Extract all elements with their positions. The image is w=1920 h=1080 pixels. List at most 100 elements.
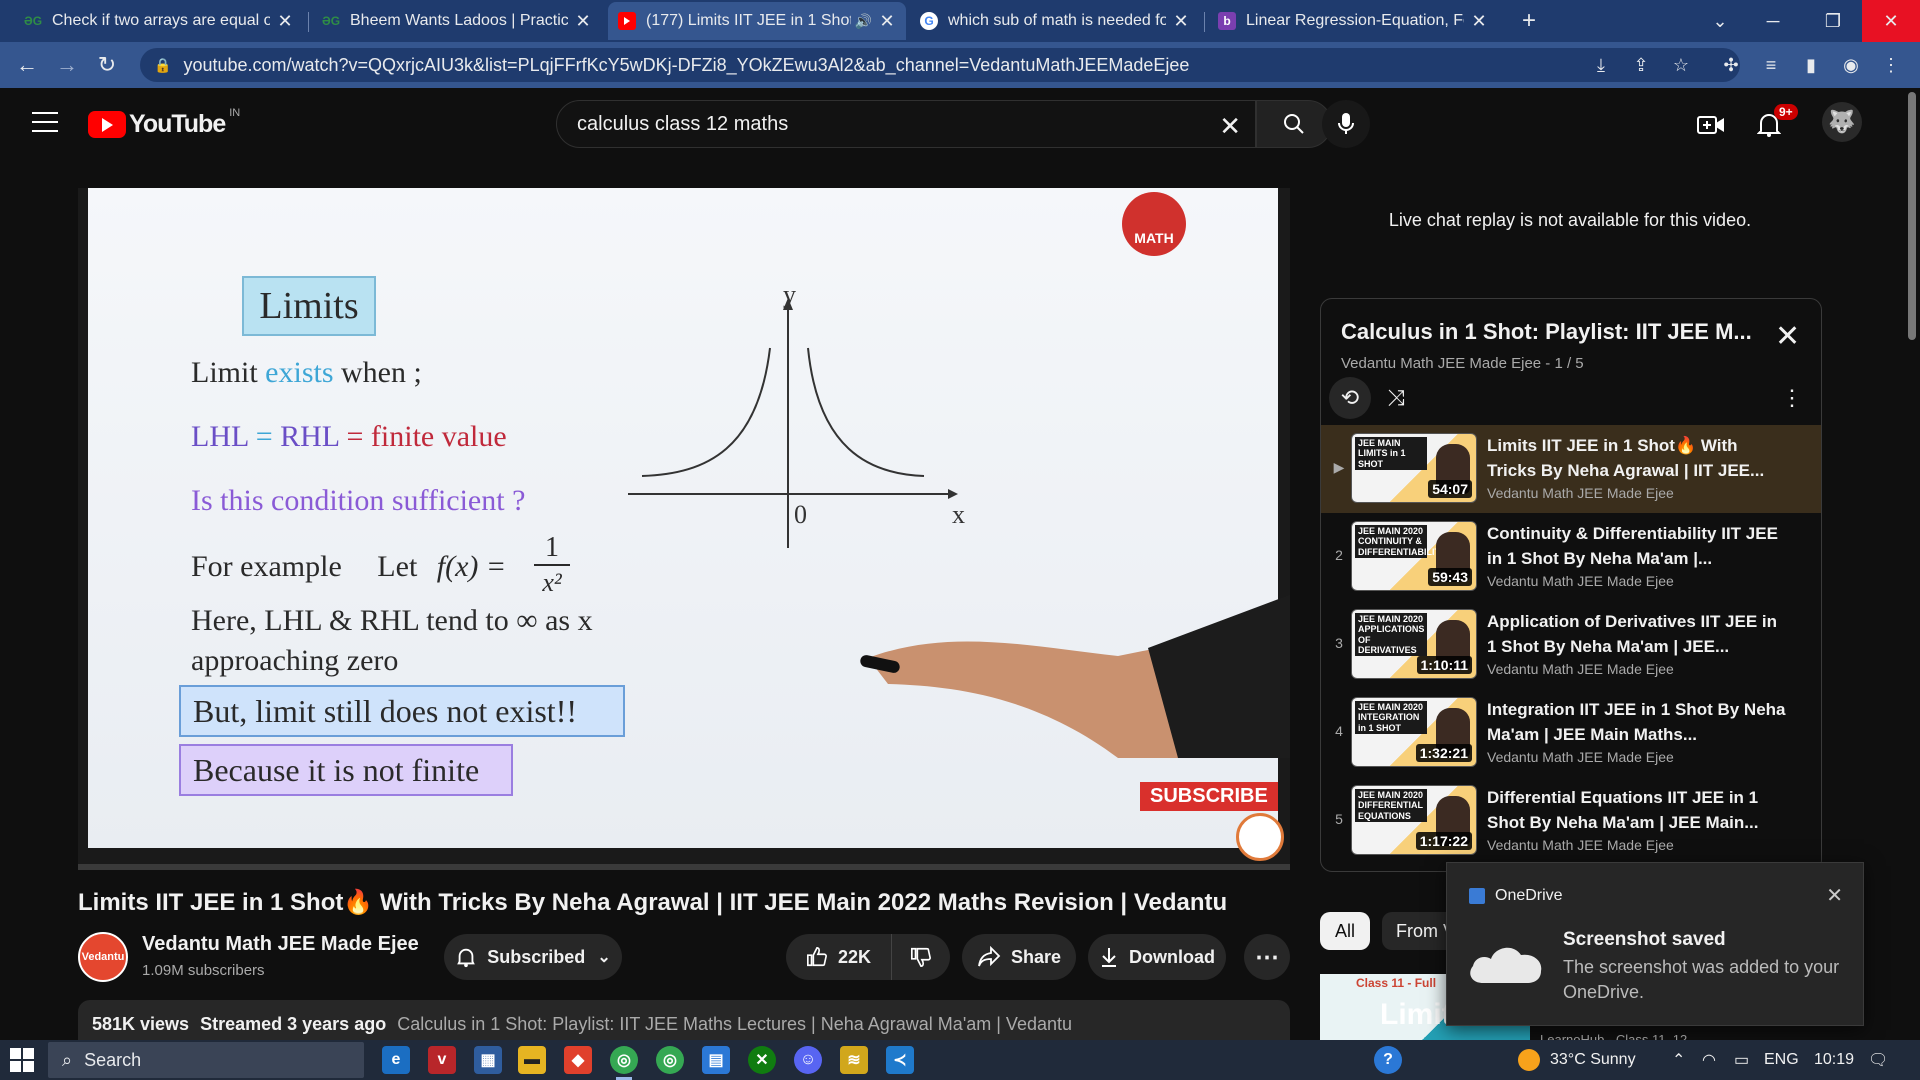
address-bar[interactable]: 🔒 youtube.com/watch?v=QQxrjcAIU3k&list=P…	[140, 48, 1740, 82]
git-icon[interactable]: ◆	[564, 1046, 592, 1074]
browser-tab[interactable]: G which sub of math is needed for ✕	[910, 2, 1200, 40]
playlist-thumbnail[interactable]: JEE MAIN LIMITS in 1 SHOT 54:07	[1351, 433, 1477, 503]
video-player[interactable]: Limits Limit exists when ; LHL = RHL = f…	[78, 188, 1290, 870]
share-button[interactable]: Share	[962, 934, 1076, 980]
clear-search-icon[interactable]: ✕	[1219, 111, 1241, 142]
reload-icon[interactable]: ↻	[92, 50, 122, 80]
playlist-link[interactable]: Calculus in 1 Shot: Playlist: IIT JEE Ma…	[397, 1014, 1072, 1034]
close-tab-icon[interactable]: ✕	[878, 11, 896, 32]
download-button[interactable]: Download	[1088, 934, 1226, 980]
side-panel-icon[interactable]: ▮	[1796, 50, 1826, 80]
close-tab-icon[interactable]: ✕	[1172, 11, 1190, 32]
xbox-icon[interactable]: ✕	[748, 1046, 776, 1074]
lock-icon[interactable]: 🔒	[154, 57, 171, 74]
clock-time[interactable]: 10:19	[1814, 1040, 1854, 1080]
playlist-item[interactable]: ▶ JEE MAIN LIMITS in 1 SHOT 54:07 Limits…	[1321, 425, 1821, 513]
playlist-title[interactable]: Calculus in 1 Shot: Playlist: IIT JEE M.…	[1341, 319, 1761, 345]
weather-widget[interactable]: 33°C Sunny	[1518, 1040, 1636, 1080]
bookmark-star-icon[interactable]: ☆	[1666, 50, 1696, 80]
vscode-icon[interactable]: ≺	[886, 1046, 914, 1074]
taskbar-search-box[interactable]: ⌕ Search	[48, 1042, 364, 1078]
subscribed-button[interactable]: Subscribed ⌄	[444, 934, 622, 980]
browser-tab[interactable]: ƏG Check if two arrays are equal or n ✕	[14, 2, 304, 40]
discord-icon[interactable]: ☺	[794, 1046, 822, 1074]
playlist-thumbnail[interactable]: JEE MAIN 2020 APPLICATIONS OF DERIVATIVE…	[1351, 609, 1477, 679]
close-tab-icon[interactable]: ✕	[1470, 11, 1488, 32]
minimize-icon[interactable]: ─	[1744, 0, 1802, 42]
video-description-box[interactable]: 581K views Streamed 3 years ago Calculus…	[78, 1000, 1290, 1044]
dislike-button[interactable]	[892, 934, 950, 980]
channel-avatar[interactable]: Vedantu	[78, 932, 128, 982]
more-actions-icon[interactable]: ⋯	[1244, 934, 1290, 980]
playlist-thumbnail[interactable]: JEE MAIN 2020 INTEGRATION in 1 SHOT 1:32…	[1351, 697, 1477, 767]
subscribe-watermark[interactable]: SUBSCRIBE	[1140, 782, 1278, 811]
video-progress-bar[interactable]	[78, 864, 1290, 870]
restore-icon[interactable]: ❐	[1804, 0, 1862, 42]
hamburger-menu-icon[interactable]	[32, 112, 58, 134]
share-page-icon[interactable]: ⇪	[1626, 50, 1656, 80]
playlist-item-title[interactable]: Differential Equations IIT JEE in 1 Shot…	[1487, 785, 1787, 835]
install-app-icon[interactable]: ⤓	[1586, 50, 1616, 80]
playlist-item-title[interactable]: Integration IIT JEE in 1 Shot By Neha Ma…	[1487, 697, 1787, 747]
playlist-thumbnail[interactable]: JEE MAIN 2020 DIFFERENTIAL EQUATIONS 1:1…	[1351, 785, 1477, 855]
layers-app-icon[interactable]: ≋	[840, 1046, 868, 1074]
playlist-item[interactable]: 2 JEE MAIN 2020 CONTINUITY & DIFFERENTIA…	[1321, 513, 1821, 601]
playlist-thumbnail[interactable]: JEE MAIN 2020 CONTINUITY & DIFFERENTIABI…	[1351, 521, 1477, 591]
file-explorer-icon[interactable]: ▬	[518, 1046, 546, 1074]
playlist-item-title[interactable]: Continuity & Differentiability IIT JEE i…	[1487, 521, 1787, 571]
back-icon[interactable]: ←	[12, 50, 42, 80]
search-button[interactable]	[1256, 100, 1332, 148]
tray-chevron-up-icon[interactable]: ⌃	[1672, 1040, 1685, 1080]
chrome-profile-icon[interactable]: ◎	[656, 1046, 684, 1074]
windows-start-icon[interactable]	[10, 1048, 34, 1072]
playlist-item-title[interactable]: Limits IIT JEE in 1 Shot🔥 With Tricks By…	[1487, 433, 1787, 483]
onedrive-notification[interactable]: OneDrive ✕ Screenshot saved The screensh…	[1446, 862, 1864, 1026]
microsoft-store-icon[interactable]: ▦	[474, 1046, 502, 1074]
voice-search-button[interactable]	[1322, 100, 1370, 148]
close-notification-icon[interactable]: ✕	[1826, 883, 1843, 908]
notification-count-badge: 9+	[1774, 104, 1798, 120]
new-tab-button[interactable]: +	[1512, 2, 1552, 40]
close-playlist-icon[interactable]: ✕	[1775, 319, 1800, 354]
loop-playlist-icon[interactable]: ⟲	[1329, 377, 1371, 419]
teams-icon[interactable]: ▤	[702, 1046, 730, 1074]
create-video-icon[interactable]	[1694, 108, 1728, 142]
youtube-logo[interactable]: YouTube IN	[88, 107, 240, 139]
close-window-icon[interactable]: ✕	[1862, 0, 1920, 42]
language-indicator[interactable]: ENG	[1764, 1040, 1799, 1080]
browser-tab-active[interactable]: (177) Limits IIT JEE in 1 Shot 🔊 ✕	[608, 2, 906, 40]
close-tab-icon[interactable]: ✕	[276, 11, 294, 32]
extensions-icon[interactable]: ✣	[1716, 50, 1746, 80]
browser-tab[interactable]: b Linear Regression-Equation, Form ✕	[1208, 2, 1498, 40]
slide-line-approach: approaching zero	[191, 644, 399, 677]
chip-all[interactable]: All	[1320, 912, 1370, 950]
browser-tab[interactable]: ƏG Bheem Wants Ladoos | Practice | ✕	[312, 2, 602, 40]
channel-avatar-text: Vedantu	[81, 951, 125, 963]
shuffle-icon[interactable]: ⤨	[1375, 377, 1417, 419]
playlist-item[interactable]: 5 JEE MAIN 2020 DIFFERENTIAL EQUATIONS 1…	[1321, 777, 1821, 865]
like-button[interactable]: 22K	[786, 934, 892, 980]
playlist-item[interactable]: 4 JEE MAIN 2020 INTEGRATION in 1 SHOT 1:…	[1321, 689, 1821, 777]
channel-name[interactable]: Vedantu Math JEE Made Ejee	[142, 933, 419, 956]
action-center-icon[interactable]: 🗨	[1868, 1040, 1888, 1080]
page-scrollbar[interactable]	[1908, 92, 1916, 340]
wifi-icon[interactable]: ◠	[1702, 1040, 1716, 1080]
axis-x-label: x	[952, 500, 965, 529]
profile-avatar-icon[interactable]: ◉	[1836, 50, 1866, 80]
close-tab-icon[interactable]: ✕	[574, 11, 592, 32]
playlist-menu-icon[interactable]: ⋮	[1771, 377, 1813, 419]
playlist-item-title[interactable]: Application of Derivatives IIT JEE in 1 …	[1487, 609, 1787, 659]
speaker-icon[interactable]: 🔊	[855, 13, 872, 30]
help-icon[interactable]: ?	[1374, 1046, 1402, 1074]
battery-icon[interactable]: ▭	[1734, 1040, 1749, 1080]
vedantu-app-icon[interactable]: v	[428, 1046, 456, 1074]
account-avatar[interactable]: 🐺	[1822, 102, 1862, 142]
forward-icon[interactable]: →	[52, 50, 82, 80]
tab-search-chevron-icon[interactable]: ⌄	[1690, 0, 1750, 42]
edge-icon[interactable]: e	[382, 1046, 410, 1074]
chrome-icon[interactable]: ◎	[610, 1046, 638, 1080]
media-control-icon[interactable]: ≡	[1756, 50, 1786, 80]
browser-menu-icon[interactable]: ⋮	[1876, 50, 1906, 80]
playlist-item[interactable]: 3 JEE MAIN 2020 APPLICATIONS OF DERIVATI…	[1321, 601, 1821, 689]
search-input[interactable]: calculus class 12 maths ✕	[556, 100, 1256, 148]
